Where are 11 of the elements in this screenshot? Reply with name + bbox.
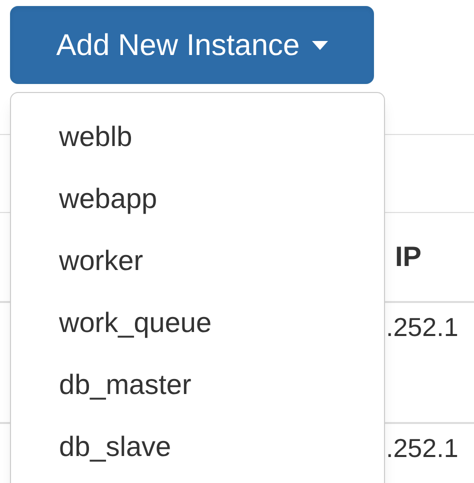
- menu-item[interactable]: db_master: [11, 354, 384, 416]
- caret-icon: [312, 40, 328, 50]
- menu-item[interactable]: webapp: [11, 168, 384, 230]
- menu-item[interactable]: work_queue: [11, 292, 384, 354]
- table-cell: .252.1: [386, 432, 458, 464]
- menu-item[interactable]: weblb: [11, 106, 384, 168]
- table-cell: .252.1: [386, 311, 458, 343]
- column-header: IP: [394, 240, 422, 274]
- add-instance-button[interactable]: Add New Instance: [10, 6, 374, 84]
- menu-item[interactable]: worker: [11, 230, 384, 292]
- menu-item[interactable]: db_slave: [11, 416, 384, 478]
